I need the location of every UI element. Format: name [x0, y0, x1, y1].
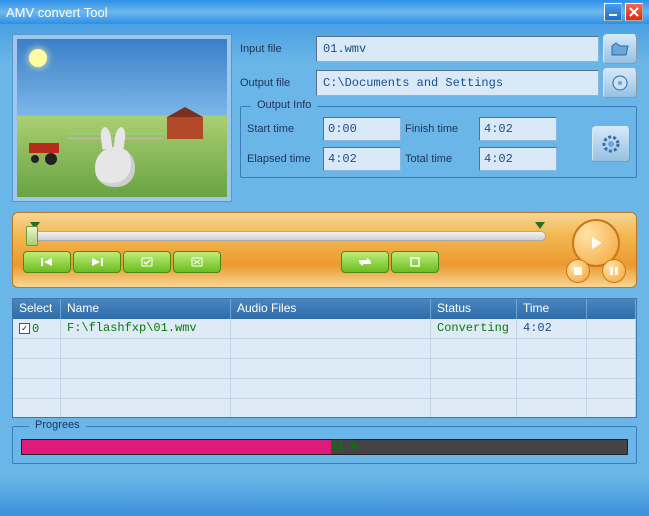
- row-status: Converting: [431, 319, 517, 338]
- start-time-label: Start time: [247, 123, 319, 135]
- seek-slider[interactable]: [29, 231, 546, 241]
- minimize-button[interactable]: [604, 3, 622, 21]
- titlebar: AMV convert Tool: [0, 0, 649, 24]
- stop-icon: [574, 267, 582, 275]
- elapsed-time-label: Elapsed time: [247, 153, 319, 165]
- mark-out-button[interactable]: [73, 251, 121, 273]
- settings-button[interactable]: [592, 126, 630, 162]
- col-status[interactable]: Status: [431, 299, 517, 319]
- col-name[interactable]: Name: [61, 299, 231, 319]
- stop-button[interactable]: [566, 259, 590, 283]
- row-audio: [231, 319, 431, 338]
- start-time-field[interactable]: 0:00: [323, 117, 401, 141]
- col-audio[interactable]: Audio Files: [231, 299, 431, 319]
- video-preview: [12, 34, 232, 202]
- progress-group: Progrees 51 %: [12, 426, 637, 464]
- table-row[interactable]: ✓0F:\flashfxp\01.wmv Converting4:02: [13, 319, 636, 339]
- window-title: AMV convert Tool: [6, 5, 604, 20]
- total-time-field: 4:02: [479, 147, 557, 171]
- col-select[interactable]: Select: [13, 299, 61, 319]
- deselect-all-button[interactable]: [173, 251, 221, 273]
- progress-bar: 51 %: [21, 439, 628, 455]
- row-select[interactable]: ✓0: [13, 319, 61, 338]
- convert-button[interactable]: [341, 251, 389, 273]
- output-file-field[interactable]: C:\Documents and Settings: [316, 70, 599, 96]
- disc-icon: [612, 75, 628, 91]
- finish-time-field[interactable]: 4:02: [479, 117, 557, 141]
- browse-input-button[interactable]: [603, 34, 637, 64]
- file-list: Select Name Audio Files Status Time ✓0F:…: [12, 298, 637, 418]
- row-time: 4:02: [517, 319, 587, 338]
- progress-text: 51 %: [331, 440, 357, 454]
- folder-open-icon: [611, 42, 629, 56]
- table-row: [13, 379, 636, 399]
- browse-output-button[interactable]: [603, 68, 637, 98]
- seek-thumb[interactable]: [26, 226, 38, 246]
- table-row: [13, 359, 636, 379]
- table-row: [13, 339, 636, 359]
- elapsed-time-field: 4:02: [323, 147, 401, 171]
- output-info-group: Output Info Start time 0:00 Finish time …: [240, 106, 637, 178]
- playback-panel: [12, 212, 637, 288]
- finish-time-label: Finish time: [405, 123, 475, 135]
- gear-icon: [601, 134, 621, 154]
- output-info-legend: Output Info: [251, 99, 317, 111]
- col-time[interactable]: Time: [517, 299, 587, 319]
- close-button[interactable]: [625, 3, 643, 21]
- row-name: F:\flashfxp\01.wmv: [61, 319, 231, 338]
- range-end-marker[interactable]: [535, 222, 545, 229]
- input-file-field[interactable]: 01.wmv: [316, 36, 599, 62]
- input-file-label: Input file: [240, 43, 312, 55]
- stop-convert-button[interactable]: [391, 251, 439, 273]
- select-all-button[interactable]: [123, 251, 171, 273]
- pause-button[interactable]: [602, 259, 626, 283]
- mark-in-button[interactable]: [23, 251, 71, 273]
- play-icon: [588, 235, 604, 251]
- table-row: [13, 399, 636, 418]
- total-time-label: Total time: [405, 153, 475, 165]
- progress-legend: Progrees: [29, 419, 86, 431]
- pause-icon: [610, 267, 618, 275]
- output-file-label: Output file: [240, 77, 312, 89]
